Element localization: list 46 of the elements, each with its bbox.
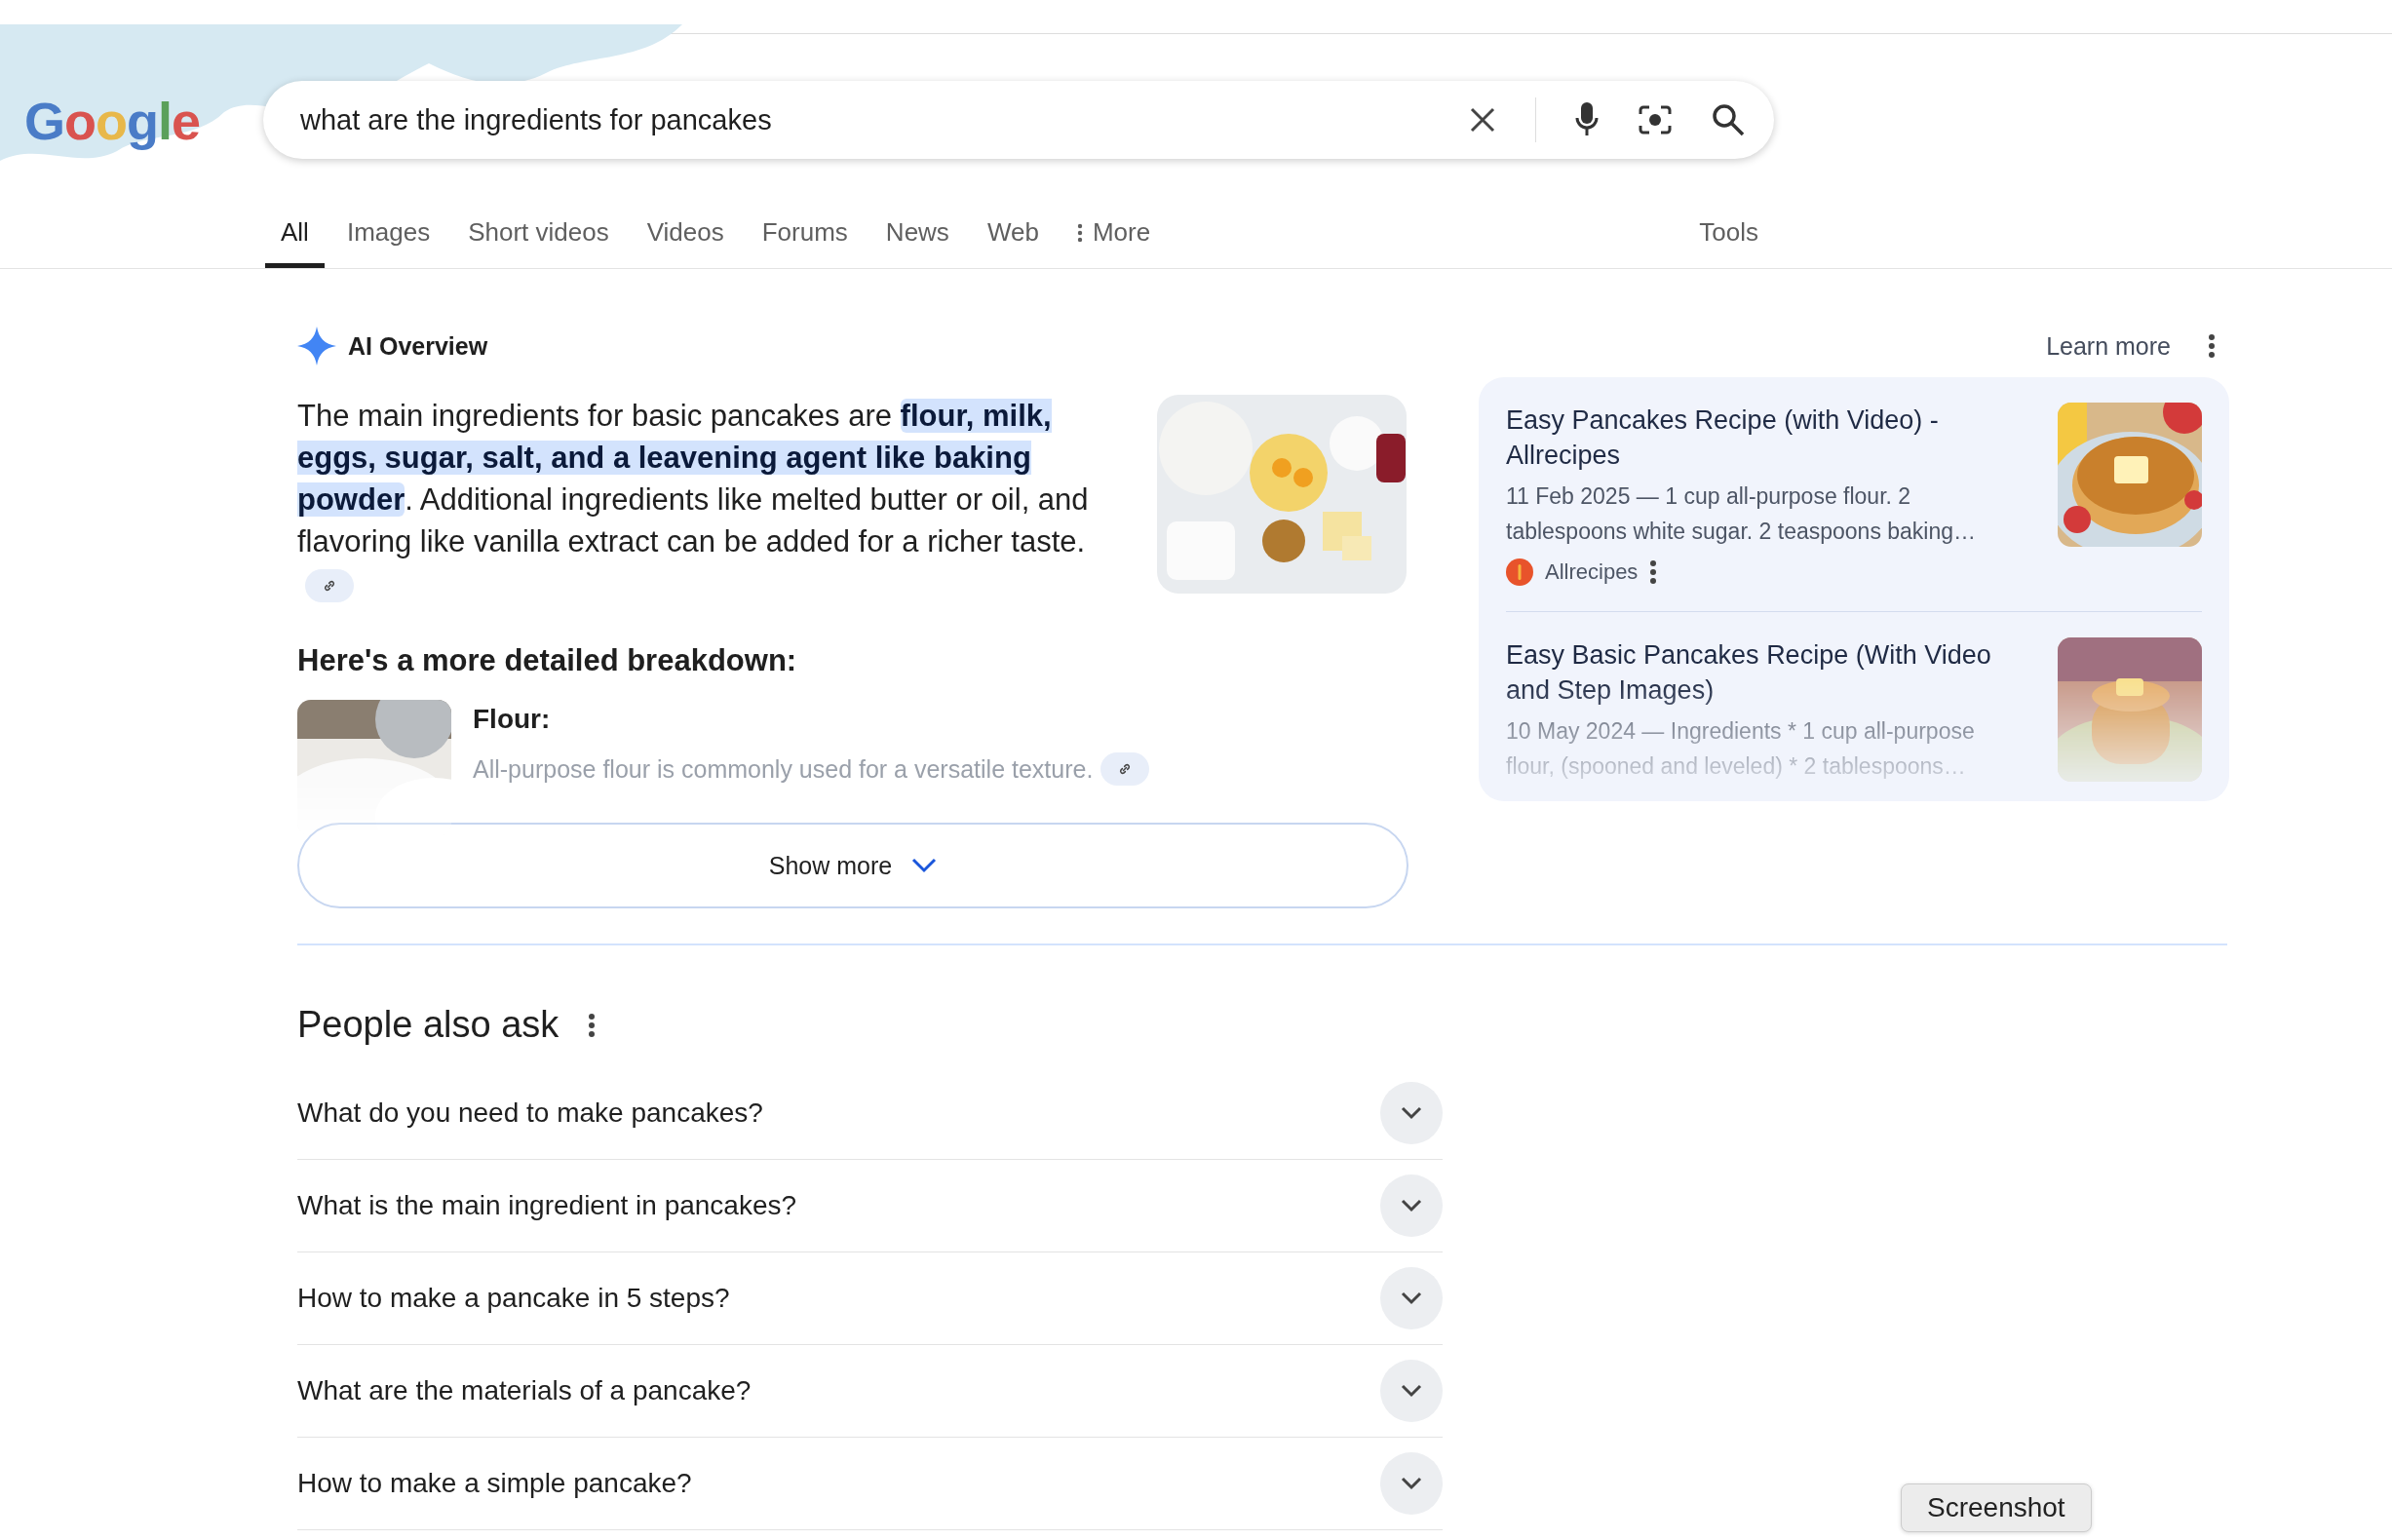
sparkle-icon: [297, 327, 336, 366]
more-options-icon[interactable]: [588, 1012, 597, 1038]
microphone-icon[interactable]: [1575, 102, 1599, 137]
more-options-icon[interactable]: [2208, 333, 2216, 359]
site-name: Allrecipes: [1545, 559, 1639, 585]
chevron-icon: [1401, 1384, 1422, 1398]
source-snippet: 11 Feb 2025 — 1 cup all-purpose flour. 2 tablespoons white sugar. 2 teaspoons baking…: [1506, 482, 1978, 546]
chevron-down-icon: [911, 858, 938, 873]
tab[interactable]: Images: [346, 217, 431, 268]
camera-icon[interactable]: [1638, 104, 1673, 135]
more-icon: [1076, 222, 1083, 243]
close-icon[interactable]: [1469, 106, 1496, 134]
tab[interactable]: Forums: [761, 217, 848, 268]
breakdown-heading: Here's a more detailed breakdown:: [297, 643, 798, 678]
tab[interactable]: Web: [986, 217, 1039, 268]
tab[interactable]: All: [265, 217, 325, 268]
question-item[interactable]: How to make a pancake in 5 steps?: [297, 1252, 1443, 1345]
tooltip: Screenshot: [1901, 1483, 2092, 1532]
link-button[interactable]: [1100, 752, 1150, 786]
chevron-icon: [1401, 1477, 1422, 1490]
section-title: People also ask: [297, 1004, 559, 1046]
learn-more-link[interactable]: Learn more: [2046, 331, 2171, 361]
tools-tab[interactable]: Tools: [1699, 217, 1758, 268]
tab[interactable]: Short videos: [468, 217, 609, 268]
site-logo-icon: [1506, 558, 1533, 586]
link-button[interactable]: [305, 568, 354, 602]
question-item[interactable]: What is the main ingredient in pancakes?: [297, 1160, 1443, 1252]
question-item[interactable]: What are the materials of a pancake?: [297, 1345, 1443, 1438]
search-field[interactable]: what are the ingredients for pancakes: [298, 102, 1469, 137]
search-bar[interactable]: what are the ingredients for pancakes: [263, 81, 1774, 159]
question-item[interactable]: How to make a simple pancake?: [297, 1438, 1443, 1530]
chevron-icon: [1401, 1199, 1422, 1213]
chevron-icon: [1401, 1106, 1422, 1120]
more-options-icon[interactable]: [1649, 559, 1658, 585]
chevron-icon: [1401, 1291, 1422, 1305]
tab[interactable]: More: [1076, 217, 1151, 268]
tab[interactable]: Videos: [646, 217, 724, 268]
source-title[interactable]: Easy Basic Pancakes Recipe (With Video and Step Images): [1506, 637, 2025, 708]
question-item[interactable]: What do you need to make pancakes?: [297, 1067, 1443, 1160]
search-icon[interactable]: [1712, 103, 1745, 136]
source-title[interactable]: Easy Pancakes Recipe (with Video) - Allrecipes: [1506, 403, 2025, 473]
breakdown-title: Flour:: [473, 704, 552, 735]
source-snippet: 10 May 2024 — Ingredients * 1 cup all-purpose flour, (spooned and leveled) * 2 tablespoons…: [1506, 717, 1976, 781]
section-title: AI Overview: [348, 331, 488, 361]
breakdown-text: All-purpose flour is commonly used for a versatile texture.: [473, 754, 1094, 784]
tab[interactable]: News: [885, 217, 949, 268]
